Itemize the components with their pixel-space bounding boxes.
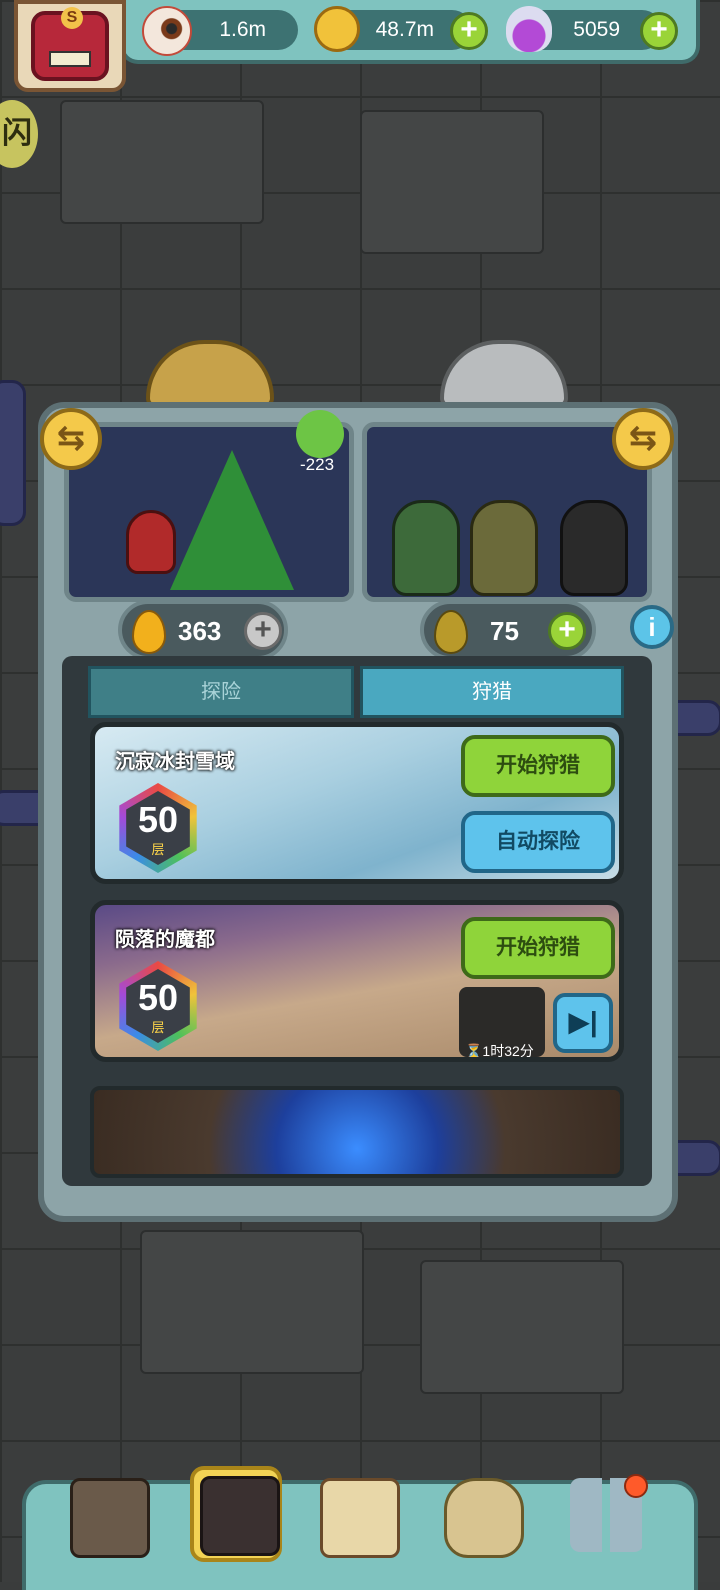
info-button[interactable]: i (630, 605, 674, 649)
gold-coin-icon (314, 6, 360, 52)
wall-plate (140, 1230, 364, 1374)
potion-value: 5059 (573, 18, 620, 41)
santa-monster (126, 510, 176, 574)
auto-explore-button[interactable]: 自动探险 (461, 811, 615, 873)
clover-icon (296, 410, 344, 458)
dungeon-title: 陨落的魔都 (115, 929, 215, 951)
blue-portal (90, 1086, 624, 1178)
add-right-drop-button[interactable]: + (548, 612, 586, 650)
purple-potion-icon (506, 6, 552, 52)
start-hunt-button[interactable]: 开始狩猎 (461, 917, 615, 979)
book-icon[interactable] (320, 1478, 400, 1558)
floor-level-unit: 层 (151, 1020, 165, 1035)
eyeball-icon (142, 6, 192, 56)
money-bag-icon[interactable] (444, 1478, 524, 1558)
olive-drop-icon (434, 610, 468, 654)
wall-plate (360, 110, 544, 254)
hunt-timer: ⏳1时32分 (465, 1043, 534, 1059)
swap-left-button[interactable]: ⇆ (40, 408, 102, 470)
gold-value: 48.7m (375, 18, 434, 41)
left-drop-value: 363 (178, 616, 222, 646)
notification-dot (624, 1474, 648, 1498)
shop-icon[interactable] (70, 1478, 150, 1558)
add-potion-button[interactable]: + (640, 12, 678, 50)
monster-lair-icon[interactable] (200, 1476, 280, 1556)
wall-plate (60, 100, 264, 224)
eyeball-value: 1.6m (219, 18, 266, 41)
christmas-tree-monster (170, 450, 294, 590)
gold-drop-icon (132, 610, 166, 654)
player-avatar[interactable]: S (14, 0, 126, 92)
right-drop-value: 75 (490, 616, 519, 646)
swap-right-button[interactable]: ⇆ (612, 408, 674, 470)
antler-monster (470, 500, 538, 596)
dungeon-card-ice[interactable]: 沉寂冰封雪域 50 层 开始狩猎 自动探险 (90, 722, 624, 884)
floor-level-unit: 层 (151, 842, 165, 857)
floor-level-value: 50 (137, 799, 179, 840)
dark-monster (560, 500, 628, 596)
avatar-face: S (31, 7, 109, 81)
add-left-drop-button[interactable]: + (244, 612, 282, 650)
dungeon-title: 沉寂冰封雪域 (115, 751, 235, 773)
green-monster (392, 500, 460, 596)
dungeon-card-demon-city[interactable]: 陨落的魔都 50 层 开始狩猎 ⏳1时32分 ▶| (90, 900, 624, 1062)
floor-level-value: 50 (137, 977, 179, 1018)
tab-explore[interactable]: 探险 (88, 666, 354, 718)
skip-forward-button[interactable]: ▶| (553, 993, 613, 1053)
rank-badge: S (61, 7, 83, 29)
side-pipe (0, 380, 26, 526)
add-gold-button[interactable]: + (450, 12, 488, 50)
start-hunt-button[interactable]: 开始狩猎 (461, 735, 615, 797)
clover-count: -223 (300, 455, 335, 474)
wall-plate (420, 1260, 624, 1394)
tab-hunt[interactable]: 狩猎 (360, 666, 624, 718)
